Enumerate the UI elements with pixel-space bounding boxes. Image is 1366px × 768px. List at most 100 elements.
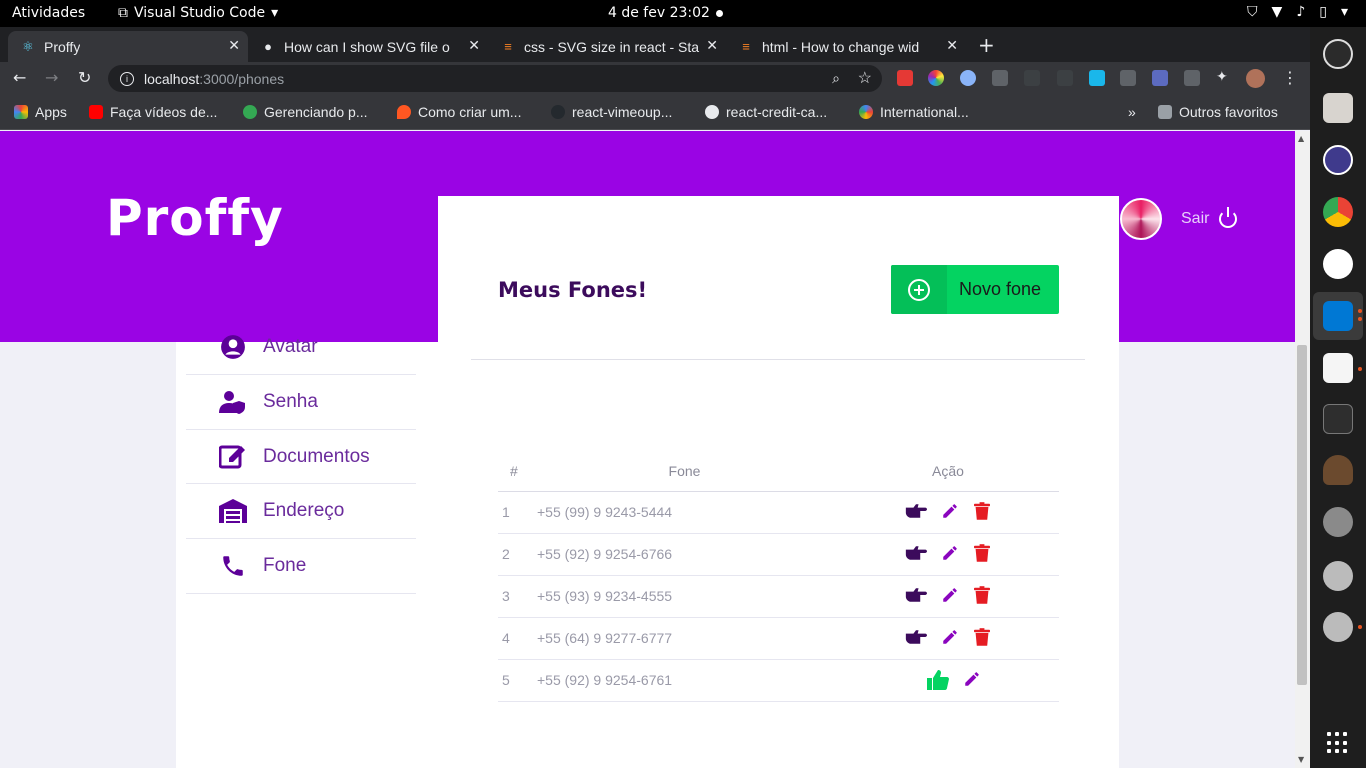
menu-icon[interactable]: ⋮ <box>1282 68 1298 87</box>
info-icon[interactable]: i <box>120 71 134 86</box>
insomnia-icon[interactable] <box>1323 249 1353 279</box>
page-scrollbar[interactable]: ▲ ▼ <box>1295 131 1310 768</box>
disk-icon[interactable] <box>1323 612 1353 642</box>
clock[interactable]: 4 de fev 23:02 <box>608 5 710 21</box>
scroll-up-icon[interactable]: ▲ <box>1298 134 1304 143</box>
github-icon <box>551 105 565 119</box>
chevron-down-icon: ▾ <box>271 5 279 21</box>
extension-icon[interactable] <box>960 70 976 86</box>
add-phone-button[interactable]: Novo fone <box>891 265 1059 314</box>
delete-icon[interactable] <box>972 628 992 648</box>
delete-icon[interactable] <box>972 544 992 564</box>
phone-number: +55 (93) 9 9234-4555 <box>532 575 837 618</box>
delete-icon[interactable] <box>972 586 992 606</box>
bookmark-item[interactable]: react-vimeoup... <box>551 104 672 120</box>
text-editor-icon[interactable] <box>1323 353 1353 383</box>
sidebar-item-fone[interactable]: Fone <box>186 539 416 594</box>
more-bookmarks-button[interactable]: » <box>1128 104 1136 120</box>
app-menu[interactable]: ⧉ Visual Studio Code ▾ <box>118 5 278 21</box>
avatar[interactable] <box>1120 198 1162 240</box>
disk-icon[interactable] <box>1323 561 1353 591</box>
bookmark-item[interactable]: react-credit-ca... <box>705 104 827 120</box>
edit-document-icon <box>218 444 248 470</box>
close-icon[interactable]: ✕ <box>946 37 958 54</box>
bookmark-item[interactable]: Faça vídeos de... <box>89 104 217 120</box>
bookmarks-bar: Apps Faça vídeos de... Gerenciando p... … <box>0 95 1310 130</box>
table-row: 2 +55 (92) 9 9254-6766 <box>498 533 1059 576</box>
tab-stackoverflow-2[interactable]: ≡ html - How to change wid ✕ <box>726 31 966 62</box>
extension-icon[interactable] <box>1057 70 1073 86</box>
close-icon[interactable]: ✕ <box>706 37 718 54</box>
avatar[interactable] <box>1246 69 1265 88</box>
tab-title: css - SVG size in react - Sta <box>524 38 700 55</box>
forward-icon[interactable]: → <box>45 68 58 87</box>
reload-icon[interactable]: ↻ <box>78 68 91 87</box>
sidebar-item-label: Endereço <box>263 500 345 521</box>
edit-icon[interactable] <box>940 586 960 606</box>
sidebar-item-documentos[interactable]: Documentos <box>186 430 416 484</box>
activities-button[interactable]: Atividades <box>12 5 85 21</box>
row-actions <box>837 575 1059 618</box>
page-title: Meus Fones! <box>498 278 648 302</box>
row-number: 5 <box>498 659 532 702</box>
zoom-icon[interactable]: ⌕ <box>832 70 840 87</box>
extension-icon[interactable] <box>897 70 913 86</box>
bookmark-apps[interactable]: Apps <box>14 104 67 120</box>
logout-link[interactable]: Sair <box>1181 210 1209 228</box>
bookmark-star-icon[interactable]: ☆ <box>858 68 872 88</box>
bookmark-item[interactable]: International... <box>859 104 969 120</box>
scroll-down-icon[interactable]: ▼ <box>1298 755 1304 764</box>
extension-icon[interactable] <box>1024 70 1040 86</box>
set-primary-pointer-icon[interactable] <box>904 502 928 522</box>
sidebar-item-avatar[interactable]: Avatar <box>186 319 416 375</box>
files-icon[interactable] <box>1323 93 1353 123</box>
edit-icon[interactable] <box>940 628 960 648</box>
delete-icon[interactable] <box>972 502 992 522</box>
sidebar-item-endereco[interactable]: Endereço <box>186 484 416 539</box>
set-primary-pointer-icon[interactable] <box>904 586 928 606</box>
system-tray[interactable]: ⛉ ▼ ♪ ▯ ▾ <box>1247 4 1348 20</box>
power-icon[interactable] <box>1219 207 1238 228</box>
edit-icon[interactable] <box>940 502 960 522</box>
notification-dot <box>716 10 723 17</box>
set-primary-pointer-icon[interactable] <box>904 628 928 648</box>
logo[interactable]: Proffy <box>106 189 284 247</box>
main-content: Meus Fones! Novo fone # Fone Ação 1 +55 (… <box>438 196 1119 768</box>
new-tab-button[interactable]: + <box>978 33 995 57</box>
color-picker-extension-icon[interactable] <box>928 70 944 86</box>
obs-icon[interactable] <box>1323 39 1353 69</box>
gimp-icon[interactable] <box>1323 455 1353 485</box>
page-viewport: Proffy Sair Avatar Senha Documentos Ende… <box>0 131 1295 768</box>
chrome-icon[interactable] <box>1323 197 1353 227</box>
extension-icon[interactable] <box>1152 70 1168 86</box>
warehouse-icon <box>218 498 248 524</box>
show-applications-icon[interactable] <box>1327 732 1349 754</box>
edit-icon[interactable] <box>940 544 960 564</box>
tab-github[interactable]: ● How can I show SVG file o ✕ <box>248 31 488 62</box>
browser-toolbar: ← → ↻ i localhost:3000/phones ⌕ ☆ ✦ ⋮ <box>0 62 1310 95</box>
sidebar-item-label: Avatar <box>263 335 318 357</box>
extension-icon[interactable] <box>1120 70 1136 86</box>
back-icon[interactable]: ← <box>13 68 26 87</box>
other-bookmarks[interactable]: Outros favoritos <box>1158 104 1278 120</box>
close-icon[interactable]: ✕ <box>468 37 480 54</box>
extension-icon[interactable] <box>992 70 1008 86</box>
extension-icon[interactable] <box>1184 70 1200 86</box>
puzzle-icon[interactable]: ✦ <box>1216 69 1228 85</box>
tab-stackoverflow-1[interactable]: ≡ css - SVG size in react - Sta ✕ <box>488 31 726 62</box>
vimeo-extension-icon[interactable] <box>1089 70 1105 86</box>
inkscape-icon[interactable] <box>1323 507 1353 537</box>
edit-icon[interactable] <box>962 670 982 690</box>
terminal-icon[interactable] <box>1323 404 1353 434</box>
bookmark-item[interactable]: Como criar um... <box>397 104 521 120</box>
primary-thumbs-up-icon[interactable] <box>926 668 950 692</box>
scrollbar-thumb[interactable] <box>1297 345 1307 685</box>
close-icon[interactable]: ✕ <box>228 37 240 54</box>
eclipse-icon[interactable] <box>1323 145 1353 175</box>
vscode-icon[interactable] <box>1323 301 1353 331</box>
set-primary-pointer-icon[interactable] <box>904 544 928 564</box>
tab-proffy[interactable]: ⚛ Proffy ✕ <box>8 31 248 62</box>
address-bar[interactable]: i localhost:3000/phones ⌕ ☆ <box>108 65 882 92</box>
bookmark-item[interactable]: Gerenciando p... <box>243 104 368 120</box>
sidebar-item-senha[interactable]: Senha <box>186 375 416 430</box>
